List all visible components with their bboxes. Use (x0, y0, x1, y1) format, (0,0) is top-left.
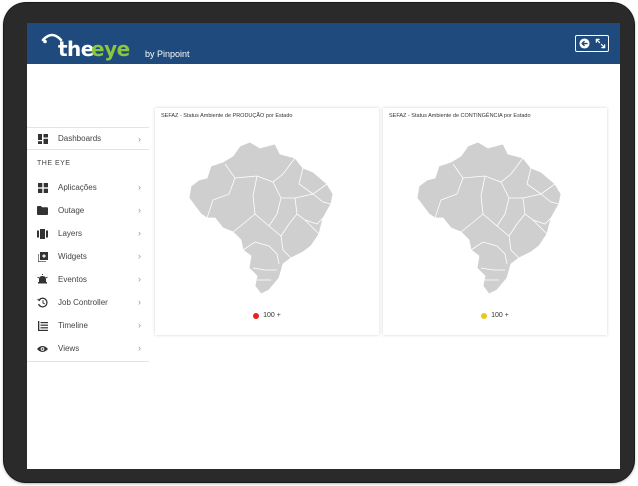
legend-label: 100 + (263, 312, 281, 319)
app-screen: the eye by Pinpoint Dashboards › THE EYE… (27, 23, 620, 469)
header-actions (575, 35, 609, 52)
panel-title: SEFAZ - Status Ambiente de CONTINGÊNCIA … (389, 113, 531, 119)
sidebar-item-dashboards[interactable]: Dashboards › (27, 128, 149, 150)
sidebar-divider (27, 361, 149, 362)
chevron-right-icon: › (138, 274, 141, 284)
sidebar-item-label: Dashboards (58, 134, 102, 143)
sidebar-item-views[interactable]: Views › (27, 337, 149, 360)
brazil-shape (416, 141, 562, 295)
chevron-right-icon: › (138, 251, 141, 261)
panel-title: SEFAZ - Status Ambiente de PRODUÇÃO por … (161, 113, 293, 119)
history-icon (37, 297, 48, 308)
back-arrow-icon[interactable] (578, 38, 590, 50)
sidebar-item-label: Layers (58, 229, 83, 238)
sidebar-item-aplicacoes[interactable]: Aplicações › (27, 176, 149, 199)
legend-dot-yellow (481, 312, 488, 319)
legend-dot-red (253, 312, 260, 319)
sidebar-item-label: Timeline (58, 321, 88, 330)
brazil-shape (188, 141, 334, 295)
sidebar-item-outage[interactable]: Outage › (27, 199, 149, 222)
sidebar-item-job-controller[interactable]: Job Controller › (27, 291, 149, 314)
chevron-right-icon: › (138, 205, 141, 215)
layers-icon (37, 228, 48, 239)
timeline-icon (37, 320, 48, 331)
logo-text-eye: eye (91, 37, 130, 61)
sidebar-item-eventos[interactable]: Eventos › (27, 268, 149, 291)
chevron-right-icon: › (138, 134, 141, 144)
sidebar-item-label: Eventos (58, 275, 87, 284)
device-frame: the eye by Pinpoint Dashboards › THE EYE… (4, 3, 634, 482)
sidebar-item-label: Aplicações (58, 183, 97, 192)
panel-producao: SEFAZ - Status Ambiente de PRODUÇÃO por … (155, 108, 379, 335)
grid-icon (37, 182, 48, 193)
map-legend: 100 + (155, 312, 379, 319)
chevron-right-icon: › (138, 297, 141, 307)
eye-icon (37, 343, 48, 354)
brazil-map[interactable] (413, 138, 568, 298)
map-legend: 100 + (383, 312, 607, 319)
chevron-right-icon: › (138, 343, 141, 353)
chevron-right-icon: › (138, 228, 141, 238)
sidebar-item-widgets[interactable]: Widgets › (27, 245, 149, 268)
chevron-right-icon: › (138, 182, 141, 192)
sidebar-item-label: Widgets (58, 252, 87, 261)
brazil-map[interactable] (185, 138, 340, 298)
sidebar-item-label: Views (58, 344, 80, 353)
fullscreen-icon[interactable] (594, 38, 606, 50)
sidebar: Dashboards › THE EYE Aplicações › Outage… (27, 127, 149, 362)
logo-text-the: the (58, 37, 94, 61)
sidebar-item-timeline[interactable]: Timeline › (27, 314, 149, 337)
sidebar-section-title: THE EYE (37, 159, 71, 167)
sidebar-item-label: Outage (58, 206, 85, 215)
folder-icon (37, 205, 48, 216)
top-bar: the eye by Pinpoint (27, 23, 620, 64)
logo-byline: by Pinpoint (145, 49, 190, 59)
legend-label: 100 + (491, 312, 509, 319)
alarm-icon (37, 274, 48, 285)
sidebar-item-label: Job Controller (58, 298, 108, 307)
theeye-logo[interactable]: the eye by Pinpoint (41, 28, 201, 60)
sidebar-item-layers[interactable]: Layers › (27, 222, 149, 245)
widgets-icon (37, 251, 48, 262)
dashboard-icon (37, 133, 48, 144)
panel-contingencia: SEFAZ - Status Ambiente de CONTINGÊNCIA … (383, 108, 607, 335)
chevron-right-icon: › (138, 320, 141, 330)
